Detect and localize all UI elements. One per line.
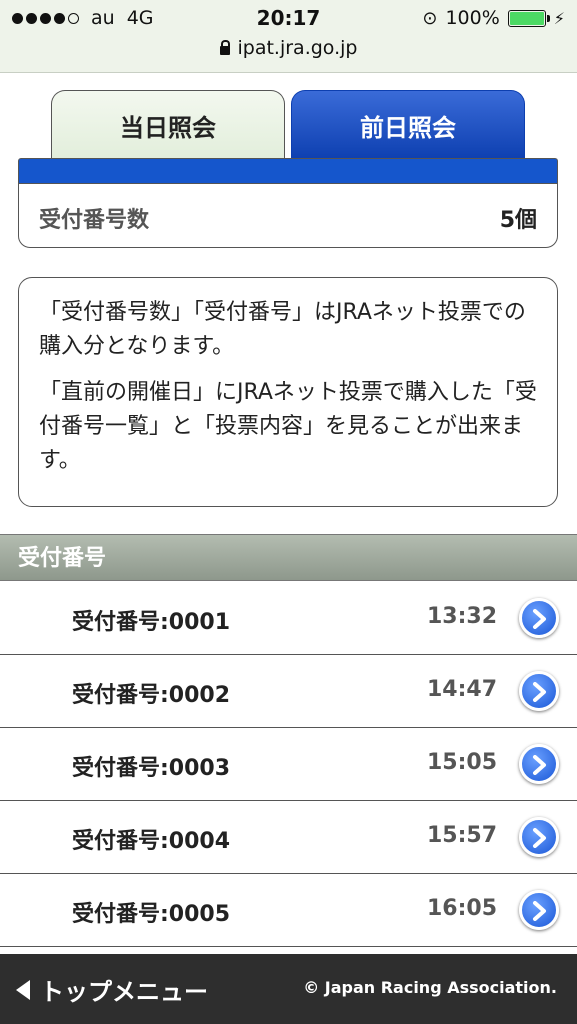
status-right: ⊙ 100% ⚡ (422, 7, 565, 29)
url-text: ipat.jra.go.jp (237, 37, 358, 59)
list-item[interactable]: 受付番号:0004 15:57 (0, 801, 577, 874)
tab-bar: 当日照会 前日照会 (18, 90, 558, 160)
tab-underline-bar (18, 158, 558, 184)
info-notice: 「受付番号数」「受付番号」はJRAネット投票での購入分となります。 「直前の開催… (18, 277, 558, 507)
battery-percent: 100% (445, 7, 500, 29)
receipt-time: 15:05 (426, 750, 497, 775)
receipt-number: 受付番号:0004 (72, 829, 231, 854)
status-bar: au 4G 20:17 ⊙ 100% ⚡ ipat.jra.go.jp (0, 0, 577, 73)
receipt-list-header: 受付番号 (0, 534, 577, 581)
charging-icon: ⚡ (553, 8, 565, 28)
lock-icon (219, 40, 230, 55)
receipt-time: 15:57 (426, 823, 497, 848)
chevron-right-icon[interactable] (519, 817, 559, 857)
info-paragraph-1: 「受付番号数」「受付番号」はJRAネット投票での購入分となります。 (39, 300, 526, 359)
receipt-number: 受付番号:0003 (72, 756, 231, 781)
top-menu-link[interactable]: トップメニュー (16, 972, 208, 1007)
battery-icon (507, 9, 550, 27)
tab-today-inquiry[interactable]: 当日照会 (51, 90, 285, 160)
top-menu-label: トップメニュー (40, 978, 208, 1006)
receipt-number: 受付番号:0002 (72, 683, 231, 708)
list-item[interactable]: 受付番号:0001 13:32 (0, 582, 577, 655)
info-paragraph-2: 「直前の開催日」にJRAネット投票で購入した「受付番号一覧」と「投票内容」を見る… (39, 380, 537, 473)
chevron-right-icon[interactable] (519, 598, 559, 638)
list-item[interactable]: 受付番号:0005 16:05 (0, 874, 577, 947)
copyright-text: © Japan Racing Association. (303, 978, 557, 997)
address-bar[interactable]: ipat.jra.go.jp (0, 37, 577, 59)
list-item[interactable]: 受付番号:0003 15:05 (0, 728, 577, 801)
tab-previous-day-inquiry[interactable]: 前日照会 (291, 90, 525, 160)
receipt-number: 受付番号:0001 (72, 610, 231, 635)
receipt-time: 14:47 (426, 677, 497, 702)
list-item[interactable]: 受付番号:0002 14:47 (0, 655, 577, 728)
chevron-right-icon[interactable] (519, 890, 559, 930)
receipt-count-panel: 受付番号数 5個 (18, 183, 558, 248)
receipt-count-value: 5個 (499, 208, 537, 233)
chevron-right-icon[interactable] (519, 671, 559, 711)
receipt-time: 16:05 (426, 896, 497, 921)
receipt-count-label: 受付番号数 (39, 208, 150, 233)
footer-bar: トップメニュー © Japan Racing Association. (0, 954, 577, 1024)
chevron-right-icon[interactable] (519, 744, 559, 784)
rotation-lock-icon: ⊙ (422, 7, 438, 29)
receipt-time: 13:32 (426, 604, 497, 629)
receipt-number: 受付番号:0005 (72, 902, 231, 927)
receipt-list: 受付番号:0001 13:32 受付番号:0002 14:47 受付番号:000… (0, 582, 577, 947)
back-triangle-icon (16, 979, 30, 1000)
